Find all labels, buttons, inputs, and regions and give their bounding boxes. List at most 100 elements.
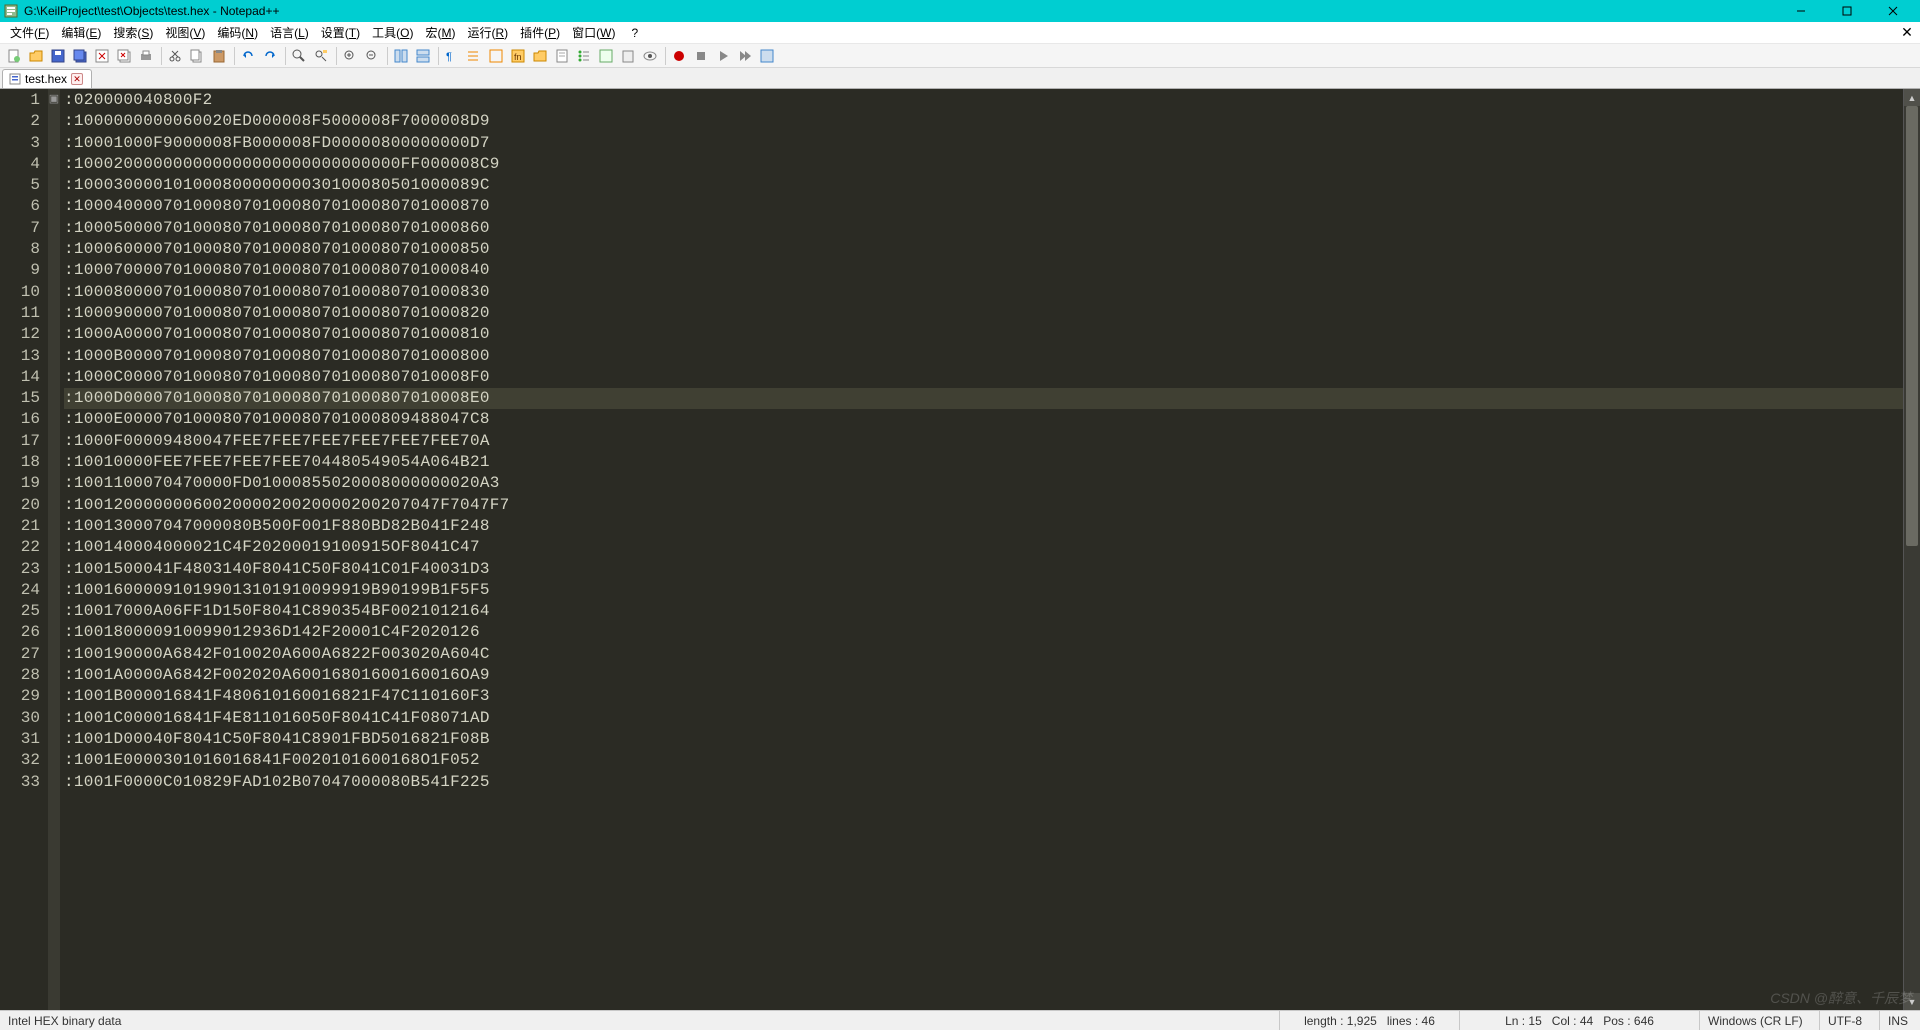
paste-icon[interactable] xyxy=(209,46,229,66)
code-line[interactable]: :1000000000060020ED000008F5000008F700000… xyxy=(64,111,1903,132)
open-file-icon[interactable] xyxy=(26,46,46,66)
line-number-gutter: 1234567891011121314151617181920212223242… xyxy=(0,89,48,1010)
code-line[interactable]: :100050000701000807010008070100080701000… xyxy=(64,218,1903,239)
code-line[interactable]: :1000F00009480047FEE7FEE7FEE7FEE7FEE7FEE… xyxy=(64,431,1903,452)
code-line[interactable]: :100180000910099012936D142F20001C4F20201… xyxy=(64,622,1903,643)
menu-item[interactable]: 编码(N) xyxy=(211,22,264,43)
svg-text:¶: ¶ xyxy=(446,51,452,63)
wordwrap-icon[interactable]: ¶ xyxy=(442,46,462,66)
zoom-out-icon[interactable] xyxy=(362,46,382,66)
code-line[interactable]: :100140004000021C4F20200019100915OF8041C… xyxy=(64,537,1903,558)
code-line[interactable]: :1001C000016841F4E811016050F8041C41F0807… xyxy=(64,708,1903,729)
undo-icon[interactable] xyxy=(238,46,258,66)
play-multi-icon[interactable] xyxy=(735,46,755,66)
menu-item[interactable]: 设置(T) xyxy=(315,22,366,43)
code-line[interactable]: :1001D00040F8041C50F8041C8901FBD5016821F… xyxy=(64,729,1903,750)
code-line[interactable]: :100190000A6842F010020A600A6822F003020A6… xyxy=(64,644,1903,665)
maximize-button[interactable] xyxy=(1824,0,1870,22)
redo-icon[interactable] xyxy=(260,46,280,66)
vertical-scrollbar[interactable]: ▲ ▼ xyxy=(1903,89,1920,1010)
code-line[interactable]: :1001500041F4803140F8041C50F8041C01F4003… xyxy=(64,559,1903,580)
code-line[interactable]: :100090000701000807010008070100080701000… xyxy=(64,303,1903,324)
code-line[interactable]: :100030000101000800000000301000805010000… xyxy=(64,175,1903,196)
minimize-button[interactable] xyxy=(1778,0,1824,22)
code-line[interactable]: :100070000701000807010008070100080701000… xyxy=(64,260,1903,281)
new-file-icon[interactable] xyxy=(4,46,24,66)
code-line[interactable]: :100060000701000807010008070100080701000… xyxy=(64,239,1903,260)
code-line[interactable]: :1001F0000C010829FAD102B07047000080B541F… xyxy=(64,772,1903,793)
play-icon[interactable] xyxy=(713,46,733,66)
indent-guide-icon[interactable] xyxy=(486,46,506,66)
sync-v-icon[interactable] xyxy=(391,46,411,66)
char-panel-icon[interactable] xyxy=(596,46,616,66)
code-line[interactable]: :100040000701000807010008070100080701000… xyxy=(64,196,1903,217)
stop-icon[interactable] xyxy=(691,46,711,66)
code-line[interactable]: :1000C0000701000807010008070100080701000… xyxy=(64,367,1903,388)
menu-item[interactable]: 窗口(W) xyxy=(566,22,621,43)
monitor-icon[interactable] xyxy=(640,46,660,66)
menu-item[interactable]: 编辑(E) xyxy=(55,22,107,43)
clipboard-hist-icon[interactable] xyxy=(618,46,638,66)
code-line[interactable]: :1001E0000301016016841F0020101600168O1F0… xyxy=(64,750,1903,771)
doc-map-icon[interactable] xyxy=(552,46,572,66)
record-icon[interactable] xyxy=(669,46,689,66)
copy-icon[interactable] xyxy=(187,46,207,66)
code-line[interactable]: :1001100070470000FD010008550200080000000… xyxy=(64,473,1903,494)
code-line[interactable]: :1000B0000701000807010008070100080701000… xyxy=(64,346,1903,367)
menu-item[interactable]: 插件(P) xyxy=(514,22,566,43)
code-line[interactable]: :1000E0000701000807010008070100080948804… xyxy=(64,409,1903,430)
toolbar-separator xyxy=(438,47,439,65)
tab-test-hex[interactable]: test.hex ✕ xyxy=(2,69,92,88)
fold-toggle-icon[interactable]: ▣ xyxy=(48,89,60,110)
toolbar-separator xyxy=(161,47,162,65)
code-line[interactable]: :10010000FEE7FEE7FEE7FEE704480549054A064… xyxy=(64,452,1903,473)
cut-icon[interactable] xyxy=(165,46,185,66)
menubar-close-icon[interactable]: ✕ xyxy=(1898,24,1916,41)
code-line[interactable]: :10017000A06FF1D150F8041C890354BF0021012… xyxy=(64,601,1903,622)
status-encoding[interactable]: UTF-8 xyxy=(1820,1011,1880,1030)
sync-h-icon[interactable] xyxy=(413,46,433,66)
code-line[interactable]: :020000040800F2 xyxy=(64,90,1903,111)
print-icon[interactable] xyxy=(136,46,156,66)
replace-icon[interactable] xyxy=(311,46,331,66)
zoom-in-icon[interactable] xyxy=(340,46,360,66)
code-line[interactable]: :100130007047000080B500F001F880BD82B041F… xyxy=(64,516,1903,537)
function-list-icon[interactable] xyxy=(574,46,594,66)
scrollbar-thumb[interactable] xyxy=(1906,106,1918,546)
code-line[interactable]: :1001A0000A6842F002020A60016801600160016… xyxy=(64,665,1903,686)
status-insert-mode[interactable]: INS xyxy=(1880,1011,1920,1030)
code-line[interactable]: :100020000000000000000000000000000FF0000… xyxy=(64,154,1903,175)
scroll-down-icon[interactable]: ▼ xyxy=(1904,993,1920,1010)
tab-close-icon[interactable]: ✕ xyxy=(71,73,83,85)
menu-item[interactable]: ? xyxy=(625,24,644,42)
close-file-icon[interactable] xyxy=(92,46,112,66)
save-all-icon[interactable] xyxy=(70,46,90,66)
save-macro-icon[interactable] xyxy=(757,46,777,66)
folder-icon[interactable] xyxy=(530,46,550,66)
code-line[interactable]: :10001000F9000008FB000008FD0000080000000… xyxy=(64,133,1903,154)
code-line[interactable]: :1001B000016841F480610160016821F47C11016… xyxy=(64,686,1903,707)
code-line[interactable]: :1000D0000701000807010008070100080701000… xyxy=(64,388,1903,409)
menu-item[interactable]: 搜索(S) xyxy=(107,22,159,43)
scroll-up-icon[interactable]: ▲ xyxy=(1904,89,1920,106)
code-line[interactable]: :100160000910199013101910099919B90199B1F… xyxy=(64,580,1903,601)
code-area[interactable]: :020000040800F2:1000000000060020ED000008… xyxy=(60,89,1903,1010)
code-line[interactable]: :1000A0000701000807010008070100080701000… xyxy=(64,324,1903,345)
menu-item[interactable]: 运行(R) xyxy=(461,22,514,43)
find-icon[interactable] xyxy=(289,46,309,66)
save-icon[interactable] xyxy=(48,46,68,66)
menu-item[interactable]: 工具(O) xyxy=(366,22,419,43)
status-eol[interactable]: Windows (CR LF) xyxy=(1700,1011,1820,1030)
menu-item[interactable]: 宏(M) xyxy=(419,22,461,43)
menu-item[interactable]: 语言(L) xyxy=(264,22,315,43)
close-all-icon[interactable] xyxy=(114,46,134,66)
close-button[interactable] xyxy=(1870,0,1916,22)
menu-item[interactable]: 文件(F) xyxy=(4,22,55,43)
lang-icon[interactable]: fn xyxy=(508,46,528,66)
code-line[interactable]: :100080000701000807010008070100080701000… xyxy=(64,282,1903,303)
menu-item[interactable]: 视图(V) xyxy=(159,22,211,43)
toolbar: ¶ fn xyxy=(0,44,1920,68)
show-all-chars-icon[interactable] xyxy=(464,46,484,66)
code-line[interactable]: :1001200000006002000020020000200207047F7… xyxy=(64,495,1903,516)
status-bar: Intel HEX binary data length : 1,925 lin… xyxy=(0,1010,1920,1030)
